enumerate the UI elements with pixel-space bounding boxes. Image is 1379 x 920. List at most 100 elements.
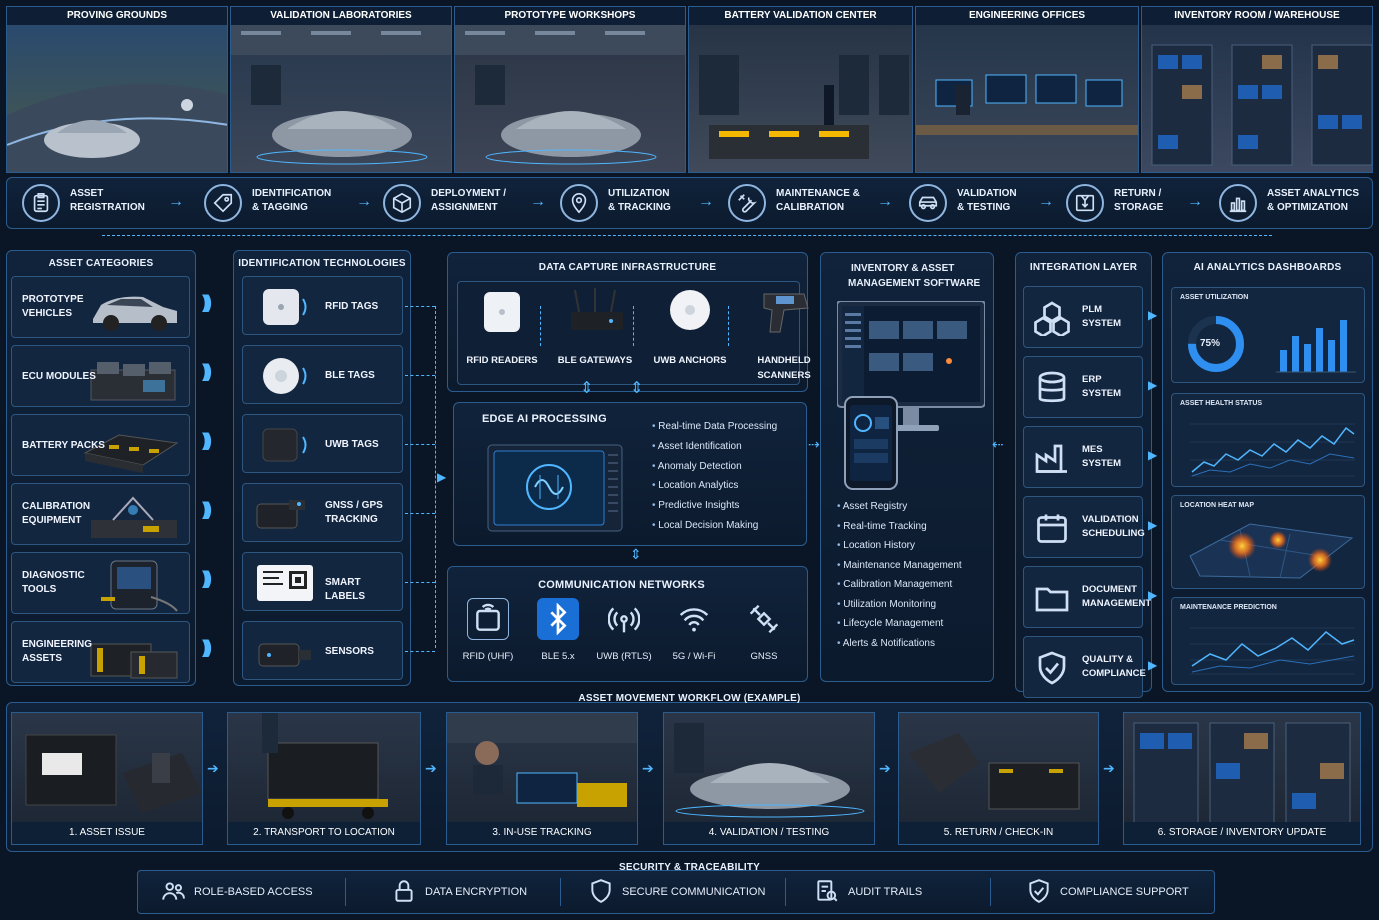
security-item-label: DATA ENCRYPTION	[425, 886, 528, 898]
location-photo-2: VALIDATION LABORATORIES	[230, 6, 452, 173]
workflow-step-label: 6. STORAGE / INVENTORY UPDATE	[1124, 822, 1360, 844]
asset-category-card: ECU MODULES	[11, 345, 190, 407]
integration-label: DOCUMENT MANAGEMENT	[1082, 583, 1151, 611]
lock-icon	[391, 878, 417, 907]
integration-card: DOCUMENT MANAGEMENT	[1023, 566, 1151, 628]
capture-device-label: BLE GATEWAYS	[555, 353, 635, 368]
security-item: AUDIT TRAILS	[814, 870, 922, 914]
wrench-icon	[728, 184, 766, 222]
return-box-icon	[1066, 184, 1104, 222]
prediction-title: MAINTENANCE PREDICTION	[1180, 604, 1277, 611]
location-photo	[689, 25, 912, 172]
integration-label-line2: MANAGEMENT	[1082, 598, 1152, 609]
id-tech-label: BLE TAGS	[325, 369, 375, 383]
inventory-title-1: INVENTORY & ASSET	[851, 263, 955, 274]
location-title: PROTOTYPE WORKSHOPS	[455, 7, 685, 25]
id-tech-connector	[435, 306, 436, 648]
comm-network-label: 5G / Wi-Fi	[672, 651, 716, 662]
signal-waves-icon: )))	[202, 637, 212, 657]
signal-waves-icon: )))	[202, 568, 212, 588]
integration-label: QUALITY & COMPLIANCE	[1082, 653, 1146, 681]
lifecycle-step-label: RETURN / STORAGE	[1114, 187, 1163, 215]
box-icon	[383, 184, 421, 222]
integration-label: VALIDATION SCHEDULING	[1082, 513, 1145, 541]
capture-device-label: HANDHELD SCANNERS	[744, 353, 824, 383]
health-title: ASSET HEALTH STATUS	[1180, 400, 1263, 407]
integration-inventory-arrow: ⇠	[992, 436, 1004, 452]
security-divider	[785, 878, 786, 906]
capture-divider	[540, 306, 541, 346]
lifecycle-arrow: →	[1187, 193, 1203, 210]
signal-waves-icon: )))	[202, 430, 212, 450]
inventory-bullet: Utilization Monitoring	[837, 595, 962, 615]
capture-device: UWB ANCHORS	[650, 286, 730, 386]
workflow-step: 1. ASSET ISSUE	[11, 712, 203, 845]
integration-arrow: ▶	[1148, 378, 1158, 392]
workflow-arrow: ➔	[879, 760, 891, 776]
integration-label: MES SYSTEM	[1082, 443, 1121, 471]
utilization-value: 75%	[1200, 338, 1221, 349]
id-tech-label-line1: UWB TAGS	[325, 439, 379, 450]
security-item-label: AUDIT TRAILS	[848, 886, 923, 898]
id-tech-connector-tick	[405, 582, 435, 583]
lifecycle-step-label: ASSET REGISTRATION	[70, 187, 145, 215]
workflow-step-label: 4. VALIDATION / TESTING	[664, 822, 874, 844]
lifecycle-step-line1: MAINTENANCE &	[776, 188, 860, 199]
asset-category-label-line2: TOOLS	[22, 584, 57, 595]
capture-edge-arrows: ⇕	[580, 380, 594, 397]
id-tech-label-line1: SENSORS	[325, 646, 374, 657]
lifecycle-arrow: →	[877, 193, 893, 210]
asset-category-label: PROTOTYPE VEHICLES	[22, 293, 84, 321]
security-item-label: ROLE-BASED ACCESS	[194, 886, 313, 898]
edge-ai-device	[480, 435, 630, 535]
capture-device-label-line1: BLE GATEWAYS	[557, 355, 633, 366]
security-item: ROLE-BASED ACCESS	[160, 870, 313, 914]
lifecycle-step-line2: & OPTIMIZATION	[1267, 202, 1348, 213]
asset-category-label-line2: VEHICLES	[22, 308, 73, 319]
edge-inventory-arrow: ⇢	[808, 436, 820, 452]
integration-card: MES SYSTEM	[1023, 426, 1143, 488]
id-tech-connector-tick	[405, 375, 435, 376]
id-tech-label-line2: TRACKING	[325, 514, 378, 525]
location-title: ENGINEERING OFFICES	[916, 7, 1138, 25]
cube-cluster-icon	[1034, 300, 1070, 341]
lifecycle-step-line2: STORAGE	[1114, 202, 1164, 213]
data-capture-title: DATA CAPTURE INFRASTRUCTURE	[538, 262, 717, 273]
lifecycle-step-line2: & TESTING	[957, 202, 1011, 213]
id-tech-connector-tick	[405, 444, 435, 445]
edge-ai-bullet: Real-time Data Processing	[652, 417, 777, 437]
workflow-arrow: ➔	[207, 760, 219, 776]
workflow-step: 6. STORAGE / INVENTORY UPDATE	[1123, 712, 1361, 845]
inventory-bullet-text: Real-time Tracking	[837, 521, 927, 532]
inventory-bullet-text: Alerts & Notifications	[837, 638, 935, 649]
lifecycle-step-label: DEPLOYMENT / ASSIGNMENT	[431, 187, 506, 215]
id-tech-label-line1: BLE TAGS	[325, 370, 375, 381]
id-tech-card: UWB TAGS	[242, 414, 403, 473]
comm-network-label: RFID (UHF)	[462, 651, 514, 662]
comm-network-item: GNSS	[734, 598, 794, 668]
ai-dashboards-title: AI ANALYTICS DASHBOARDS	[1193, 262, 1342, 273]
location-title: INVENTORY ROOM / WAREHOUSE	[1142, 7, 1372, 25]
location-photo	[231, 25, 451, 172]
asset-category-label-line2: EQUIPMENT	[22, 515, 82, 526]
capture-edge-arrows-2: ⇕	[630, 380, 644, 397]
inventory-bullet-text: Location History	[837, 540, 915, 551]
id-tech-label: GNSS / GPS TRACKING	[325, 499, 383, 527]
integration-arrow: ▶	[1148, 308, 1158, 322]
inventory-bullet: Lifecycle Management	[837, 614, 962, 634]
location-photo-6: INVENTORY ROOM / WAREHOUSE	[1141, 6, 1373, 173]
lifecycle-step-line2: REGISTRATION	[70, 202, 145, 213]
id-tech-card: SENSORS	[242, 621, 403, 680]
id-tech-card: GNSS / GPS TRACKING	[242, 483, 403, 542]
lifecycle-step-label: VALIDATION & TESTING	[957, 187, 1017, 215]
inventory-bullet: Real-time Tracking	[837, 517, 962, 537]
integration-arrow: ▶	[1148, 448, 1158, 462]
integration-label-line2: SYSTEM	[1082, 388, 1122, 399]
location-photo	[916, 25, 1138, 172]
id-tech-label-line1: SMART LABELS	[325, 577, 365, 602]
integration-label-line2: SYSTEM	[1082, 318, 1122, 329]
comm-network-label: BLE 5.x	[541, 651, 575, 662]
lifecycle-step-line1: IDENTIFICATION	[252, 188, 332, 199]
lifecycle-step-line2: & TRACKING	[608, 202, 671, 213]
satellite-icon	[743, 598, 785, 640]
